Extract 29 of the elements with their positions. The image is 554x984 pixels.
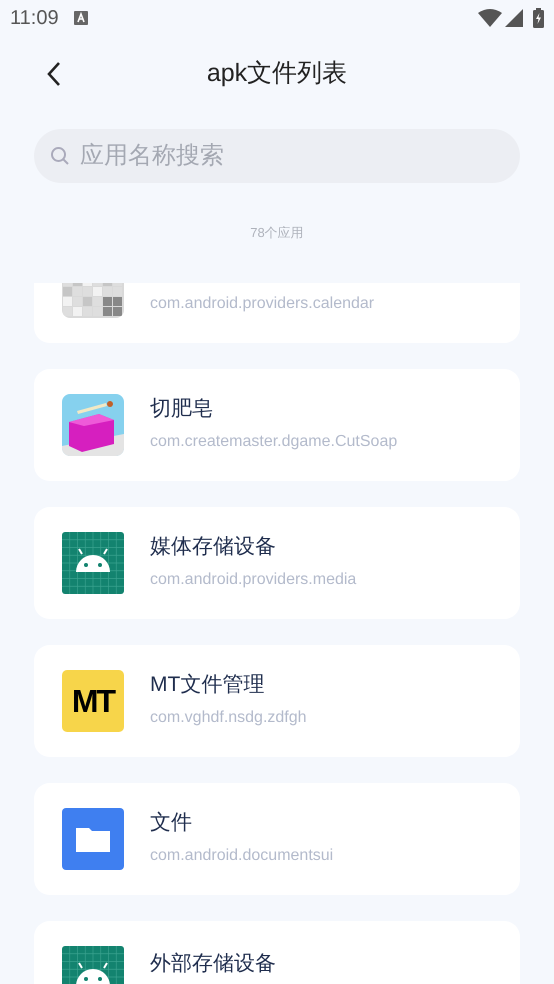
app-card[interactable]: 媒体存储设备 com.android.providers.media (34, 507, 520, 619)
folder-icon (62, 808, 124, 870)
app-name: 媒体存储设备 (150, 534, 277, 560)
app-card[interactable]: MT MT文件管理 com.vghdf.nsdg.zdfgh (34, 645, 520, 757)
android-icon (62, 532, 124, 594)
search-icon (50, 146, 70, 166)
app-card[interactable]: 外部存储设备 (34, 921, 520, 984)
search-input[interactable]: 应用名称搜索 (80, 138, 504, 174)
package-name: com.createmaster.dgame.CutSoap (150, 432, 398, 452)
search-field[interactable]: 应用名称搜索 (34, 129, 520, 183)
back-icon (46, 61, 62, 87)
package-name: com.android.documentsui (150, 846, 334, 866)
app-count: 78个应用 (250, 224, 304, 242)
app-logo: MT (62, 670, 124, 732)
app-name: 外部存储设备 (150, 950, 276, 976)
app-name: 切肥皂 (150, 396, 214, 422)
app-name: 文件 (150, 810, 193, 836)
app-card[interactable]: 文件 com.android.documentsui (34, 783, 520, 895)
status-time: 11:09 (10, 6, 59, 31)
package-name: com.android.providers.calendar (150, 294, 374, 314)
package-name: com.vghdf.nsdg.zdfgh (150, 708, 307, 728)
signal-icon (505, 9, 523, 27)
package-name: com.android.providers.media (150, 570, 356, 590)
app-card[interactable]: 切肥皂 com.createmaster.dgame.CutSoap (34, 369, 520, 481)
wifi-icon (478, 9, 502, 27)
page-title: apk文件列表 (206, 59, 348, 88)
app-name: MT文件管理 (150, 672, 266, 698)
keyboard-icon (74, 11, 88, 25)
battery-icon (533, 8, 544, 28)
